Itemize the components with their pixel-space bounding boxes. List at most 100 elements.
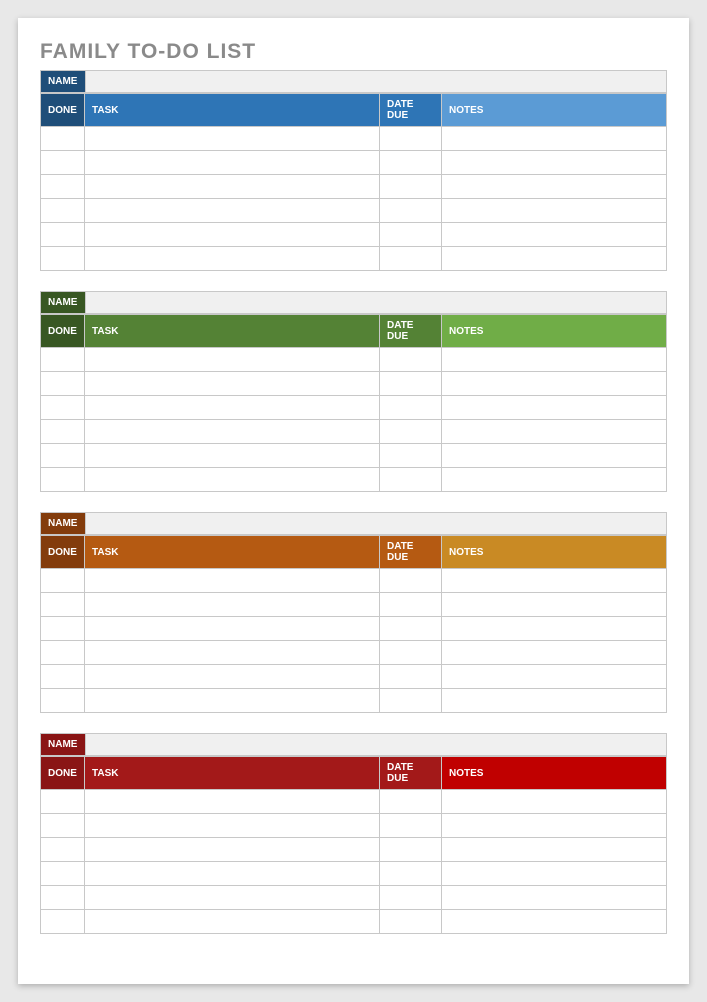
cell-date_due[interactable] — [380, 175, 442, 199]
cell-done[interactable] — [41, 665, 85, 689]
cell-task[interactable] — [85, 910, 380, 934]
cell-done[interactable] — [41, 641, 85, 665]
cell-notes[interactable] — [442, 247, 667, 271]
cell-task[interactable] — [85, 593, 380, 617]
cell-task[interactable] — [85, 468, 380, 492]
cell-notes[interactable] — [442, 886, 667, 910]
cell-done[interactable] — [41, 199, 85, 223]
cell-done[interactable] — [41, 910, 85, 934]
name-input[interactable] — [85, 513, 666, 534]
cell-notes[interactable] — [442, 396, 667, 420]
cell-notes[interactable] — [442, 420, 667, 444]
cell-task[interactable] — [85, 199, 380, 223]
cell-task[interactable] — [85, 420, 380, 444]
cell-done[interactable] — [41, 348, 85, 372]
cell-task[interactable] — [85, 127, 380, 151]
cell-notes[interactable] — [442, 665, 667, 689]
cell-notes[interactable] — [442, 444, 667, 468]
cell-date_due[interactable] — [380, 910, 442, 934]
cell-notes[interactable] — [442, 569, 667, 593]
cell-notes[interactable] — [442, 617, 667, 641]
cell-notes[interactable] — [442, 862, 667, 886]
cell-date_due[interactable] — [380, 814, 442, 838]
cell-done[interactable] — [41, 862, 85, 886]
cell-task[interactable] — [85, 790, 380, 814]
cell-date_due[interactable] — [380, 247, 442, 271]
cell-task[interactable] — [85, 175, 380, 199]
cell-done[interactable] — [41, 223, 85, 247]
cell-done[interactable] — [41, 468, 85, 492]
cell-date_due[interactable] — [380, 348, 442, 372]
cell-task[interactable] — [85, 223, 380, 247]
cell-notes[interactable] — [442, 223, 667, 247]
cell-date_due[interactable] — [380, 689, 442, 713]
cell-task[interactable] — [85, 372, 380, 396]
cell-done[interactable] — [41, 420, 85, 444]
cell-date_due[interactable] — [380, 641, 442, 665]
cell-date_due[interactable] — [380, 468, 442, 492]
cell-task[interactable] — [85, 814, 380, 838]
cell-done[interactable] — [41, 569, 85, 593]
cell-task[interactable] — [85, 348, 380, 372]
cell-date_due[interactable] — [380, 593, 442, 617]
cell-notes[interactable] — [442, 348, 667, 372]
cell-date_due[interactable] — [380, 790, 442, 814]
cell-done[interactable] — [41, 814, 85, 838]
cell-done[interactable] — [41, 127, 85, 151]
cell-notes[interactable] — [442, 689, 667, 713]
cell-date_due[interactable] — [380, 838, 442, 862]
cell-notes[interactable] — [442, 127, 667, 151]
cell-task[interactable] — [85, 617, 380, 641]
cell-task[interactable] — [85, 396, 380, 420]
cell-done[interactable] — [41, 838, 85, 862]
cell-done[interactable] — [41, 886, 85, 910]
cell-done[interactable] — [41, 593, 85, 617]
cell-task[interactable] — [85, 641, 380, 665]
cell-notes[interactable] — [442, 641, 667, 665]
name-input[interactable] — [85, 71, 666, 92]
cell-notes[interactable] — [442, 790, 667, 814]
cell-notes[interactable] — [442, 151, 667, 175]
cell-task[interactable] — [85, 247, 380, 271]
cell-task[interactable] — [85, 569, 380, 593]
cell-done[interactable] — [41, 175, 85, 199]
cell-task[interactable] — [85, 151, 380, 175]
cell-date_due[interactable] — [380, 420, 442, 444]
cell-done[interactable] — [41, 617, 85, 641]
cell-date_due[interactable] — [380, 396, 442, 420]
cell-notes[interactable] — [442, 468, 667, 492]
cell-date_due[interactable] — [380, 862, 442, 886]
cell-date_due[interactable] — [380, 372, 442, 396]
cell-date_due[interactable] — [380, 665, 442, 689]
cell-done[interactable] — [41, 396, 85, 420]
cell-notes[interactable] — [442, 814, 667, 838]
cell-notes[interactable] — [442, 199, 667, 223]
name-input[interactable] — [85, 734, 666, 755]
cell-done[interactable] — [41, 689, 85, 713]
cell-task[interactable] — [85, 689, 380, 713]
cell-date_due[interactable] — [380, 151, 442, 175]
cell-done[interactable] — [41, 790, 85, 814]
cell-date_due[interactable] — [380, 886, 442, 910]
cell-date_due[interactable] — [380, 223, 442, 247]
cell-notes[interactable] — [442, 593, 667, 617]
cell-date_due[interactable] — [380, 569, 442, 593]
cell-done[interactable] — [41, 151, 85, 175]
cell-date_due[interactable] — [380, 617, 442, 641]
cell-done[interactable] — [41, 444, 85, 468]
cell-task[interactable] — [85, 838, 380, 862]
cell-task[interactable] — [85, 444, 380, 468]
cell-task[interactable] — [85, 886, 380, 910]
cell-task[interactable] — [85, 862, 380, 886]
cell-notes[interactable] — [442, 372, 667, 396]
name-input[interactable] — [85, 292, 666, 313]
cell-notes[interactable] — [442, 838, 667, 862]
cell-date_due[interactable] — [380, 444, 442, 468]
cell-notes[interactable] — [442, 910, 667, 934]
cell-date_due[interactable] — [380, 199, 442, 223]
cell-notes[interactable] — [442, 175, 667, 199]
cell-task[interactable] — [85, 665, 380, 689]
cell-done[interactable] — [41, 372, 85, 396]
cell-done[interactable] — [41, 247, 85, 271]
cell-date_due[interactable] — [380, 127, 442, 151]
